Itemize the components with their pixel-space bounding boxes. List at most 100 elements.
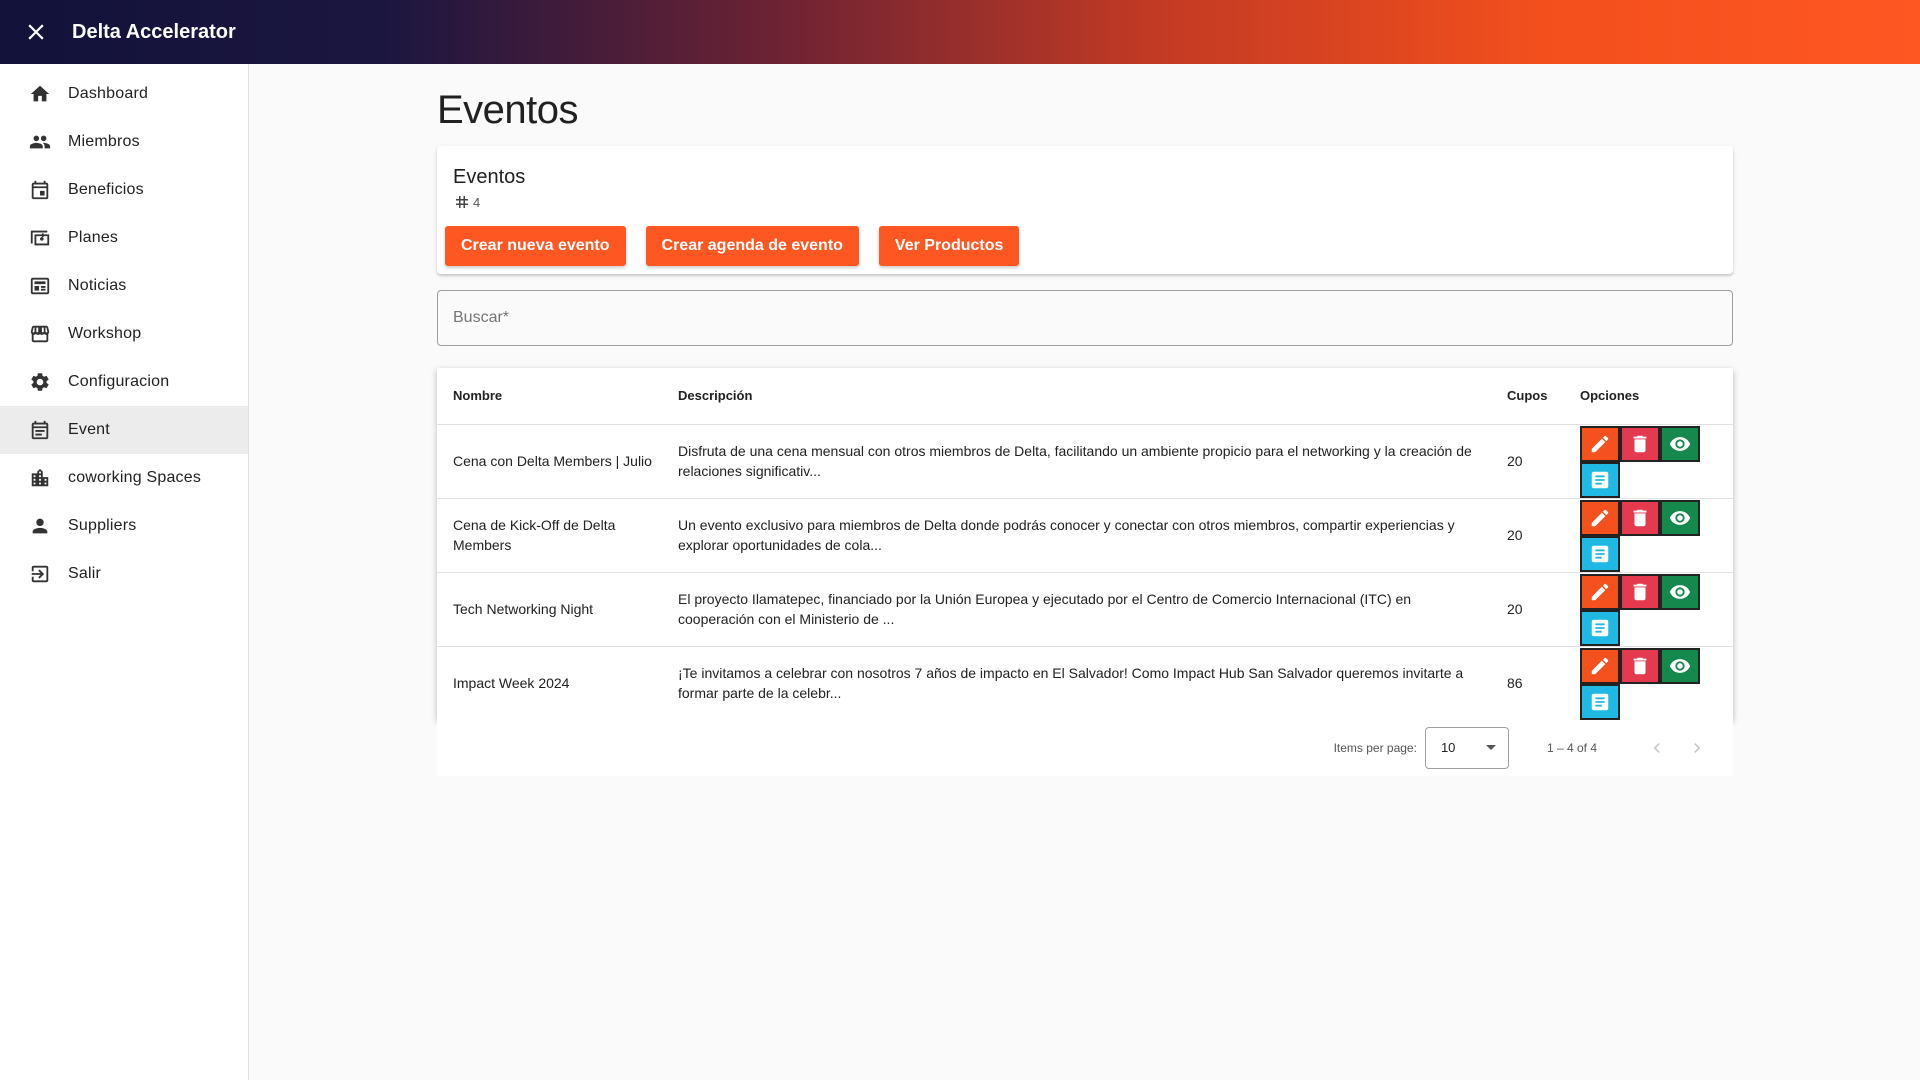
- event-description: Un evento exclusivo para miembros de Del…: [662, 498, 1491, 573]
- agenda-button[interactable]: [1580, 535, 1620, 572]
- search-input[interactable]: [453, 309, 1717, 327]
- sidebar-item-label: Suppliers: [68, 517, 137, 534]
- view-button[interactable]: [1660, 499, 1700, 536]
- document-icon: [1591, 619, 1609, 636]
- event-cupos: 20: [1491, 572, 1564, 647]
- pencil-icon: [1591, 657, 1609, 674]
- sidebar-item-label: Miembros: [68, 133, 140, 150]
- agenda-button[interactable]: [1580, 683, 1620, 720]
- home-icon: [28, 82, 52, 106]
- table-row: Impact Week 2024 ¡Te invitamos a celebra…: [437, 646, 1733, 720]
- document-icon: [1591, 471, 1609, 488]
- agenda-button[interactable]: [1580, 609, 1620, 646]
- page-size-value: 10: [1440, 740, 1456, 755]
- sidebar-item-coworking-spaces[interactable]: coworking Spaces: [0, 454, 248, 502]
- previous-page-button[interactable]: [1637, 728, 1677, 768]
- sidebar-item-label: Workshop: [68, 325, 142, 342]
- column-header-description: Descripción: [662, 368, 1491, 425]
- pencil-icon: [1591, 583, 1609, 600]
- next-page-button[interactable]: [1677, 728, 1717, 768]
- eye-icon: [1669, 584, 1691, 599]
- create-agenda-button[interactable]: Crear agenda de evento: [645, 226, 859, 266]
- trash-icon: [1633, 583, 1647, 600]
- row-options: [1564, 498, 1733, 573]
- people-icon: [28, 130, 52, 154]
- sidebar-item-label: Beneficios: [68, 181, 144, 198]
- event-name: Impact Week 2024: [453, 675, 570, 691]
- eye-icon: [1669, 510, 1691, 525]
- chevron-right-icon: [1694, 742, 1701, 753]
- chevron-down-icon: [1485, 745, 1496, 750]
- sidebar-item-label: coworking Spaces: [68, 469, 202, 486]
- sidebar-item-dashboard[interactable]: Dashboard: [0, 70, 248, 118]
- view-products-button[interactable]: Ver Productos: [878, 226, 1020, 266]
- items-per-page-label: Items per page:: [1333, 740, 1417, 755]
- view-button[interactable]: [1660, 647, 1700, 684]
- table-row: Tech Networking Night El proyecto Ilamat…: [437, 572, 1733, 647]
- row-options: [1564, 424, 1733, 499]
- pencil-icon: [1591, 435, 1609, 452]
- sidebar-item-noticias[interactable]: Noticias: [0, 262, 248, 310]
- edit-button[interactable]: [1580, 425, 1620, 462]
- delete-button[interactable]: [1620, 425, 1660, 462]
- sidebar-item-beneficios[interactable]: Beneficios: [0, 166, 248, 214]
- create-event-button[interactable]: Crear nueva evento: [445, 226, 626, 266]
- column-header-cupos: Cupos: [1491, 368, 1564, 425]
- paginator: Items per page: 10 1 – 4 of 4: [437, 719, 1733, 776]
- sidebar-item-suppliers[interactable]: Suppliers: [0, 502, 248, 550]
- sidebar-item-label: Noticias: [68, 277, 127, 294]
- gear-icon: [28, 370, 52, 394]
- sidebar-item-label: Salir: [68, 565, 102, 582]
- close-icon[interactable]: [0, 0, 72, 64]
- trash-icon: [1633, 435, 1647, 452]
- sidebar-item-configuracion[interactable]: Configuracion: [0, 358, 248, 406]
- table-header-row: Nombre Descripción Cupos Opciones: [437, 368, 1733, 425]
- column-header-name: Nombre: [437, 368, 662, 425]
- card-actions: Crear nueva evento Crear agenda de event…: [445, 226, 1039, 266]
- sidebar-item-workshop[interactable]: Workshop: [0, 310, 248, 358]
- edit-button[interactable]: [1580, 647, 1620, 684]
- row-options: [1564, 572, 1733, 647]
- trash-icon: [1633, 657, 1647, 674]
- edit-button[interactable]: [1580, 573, 1620, 610]
- calendar-icon: [28, 178, 52, 202]
- event-description: El proyecto Ilamatepec, financiado por l…: [662, 572, 1491, 647]
- view-button[interactable]: [1660, 573, 1700, 610]
- page-size-select[interactable]: 10: [1424, 726, 1509, 769]
- sidebar-item-event[interactable]: Event: [0, 406, 248, 454]
- sidebar-item-label: Configuracion: [68, 373, 170, 390]
- money-icon: [28, 226, 52, 250]
- table-row: Cena de Kick-Off de Delta Members Un eve…: [437, 498, 1733, 573]
- column-header-options: Opciones: [1564, 368, 1733, 425]
- sidebar: Dashboard Miembros Beneficios Planes Not…: [0, 64, 249, 1080]
- sidebar-item-planes[interactable]: Planes: [0, 214, 248, 262]
- hash-icon: [456, 196, 468, 208]
- event-name: Cena con Delta Members | Julio: [437, 424, 662, 499]
- delete-button[interactable]: [1620, 499, 1660, 536]
- eye-icon: [1669, 658, 1691, 673]
- building-icon: [28, 466, 52, 490]
- table-row: Cena con Delta Members | Julio Disfruta …: [437, 424, 1733, 499]
- app-title: Delta Accelerator: [72, 20, 236, 43]
- top-app-bar: Delta Accelerator: [0, 0, 1920, 64]
- event-description: ¡Te invitamos a celebrar con nosotros 7 …: [678, 665, 1464, 701]
- chevron-left-icon: [1653, 742, 1660, 753]
- event-cupos: 20: [1491, 498, 1564, 573]
- logout-icon: [28, 562, 52, 586]
- delete-button[interactable]: [1620, 573, 1660, 610]
- person-icon: [28, 514, 52, 538]
- agenda-button[interactable]: [1580, 461, 1620, 498]
- edit-button[interactable]: [1580, 499, 1620, 536]
- newspaper-icon: [28, 274, 52, 298]
- event-cupos: 20: [1491, 424, 1564, 499]
- sidebar-item-salir[interactable]: Salir: [0, 550, 248, 598]
- event-count-value: 4: [473, 194, 481, 210]
- sidebar-item-miembros[interactable]: Miembros: [0, 118, 248, 166]
- search-field[interactable]: [437, 290, 1733, 346]
- event-icon: [28, 418, 52, 442]
- delete-button[interactable]: [1620, 647, 1660, 684]
- page-title: Eventos: [437, 88, 579, 132]
- trash-icon: [1633, 509, 1647, 526]
- view-button[interactable]: [1660, 425, 1700, 462]
- pencil-icon: [1591, 509, 1609, 526]
